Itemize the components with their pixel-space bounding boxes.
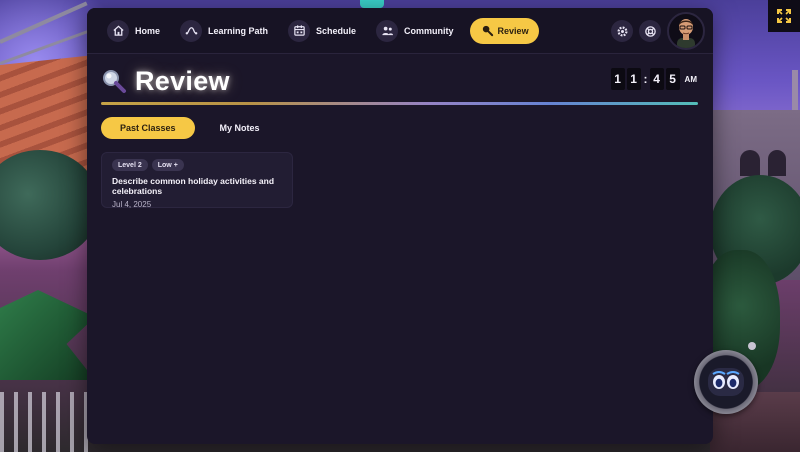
level-badge: Level 2 xyxy=(112,159,148,171)
clock-digit: 1 xyxy=(610,68,625,90)
settings-button[interactable] xyxy=(611,20,633,42)
clock-digit: 5 xyxy=(665,68,680,90)
magnifier-icon xyxy=(480,20,496,42)
nav-schedule[interactable]: Schedule xyxy=(284,18,366,44)
class-tags: Level 2 Low + xyxy=(112,159,282,171)
nav-learning-path[interactable]: Learning Path xyxy=(176,18,278,44)
clock-separator: : xyxy=(643,72,648,86)
class-date: Jul 4, 2025 xyxy=(112,200,152,209)
path-icon xyxy=(180,19,203,42)
scene-detail xyxy=(360,0,384,8)
magnifier-icon xyxy=(103,70,126,93)
nav-schedule-label: Schedule xyxy=(316,25,357,36)
clock-period: AM xyxy=(684,74,697,84)
clock-display: 1 1 : 4 5 AM xyxy=(610,68,697,90)
assistant-robot-button[interactable] xyxy=(694,350,758,414)
tower-window xyxy=(768,150,786,176)
help-button[interactable] xyxy=(639,20,661,42)
robot-face-icon xyxy=(708,368,744,396)
page-title: Review xyxy=(135,65,230,96)
gear-icon xyxy=(616,25,628,37)
user-avatar[interactable] xyxy=(667,12,705,50)
robot-antenna xyxy=(748,342,756,350)
top-navigation: Home Learning Path Schedule Community Re… xyxy=(87,8,713,54)
avatar-icon xyxy=(677,19,695,48)
expand-icon xyxy=(777,9,791,23)
review-tabs: Past Classes My Notes xyxy=(101,117,285,139)
calendar-icon xyxy=(288,19,311,42)
fullscreen-button[interactable] xyxy=(768,0,800,32)
nav-community-label: Community xyxy=(404,25,454,36)
clock-digit: 1 xyxy=(626,68,641,90)
nav-review-label: Review xyxy=(497,25,529,36)
nav-learning-path-label: Learning Path xyxy=(208,25,269,36)
lifebuoy-icon xyxy=(644,25,656,37)
home-icon xyxy=(107,19,129,42)
clock-digit: 4 xyxy=(649,68,664,90)
nav-community[interactable]: Community xyxy=(372,18,464,44)
difficulty-badge: Low + xyxy=(151,159,184,171)
header-divider xyxy=(101,102,698,105)
nav-home-label: Home xyxy=(135,25,161,36)
class-card[interactable]: Level 2 Low + Describe common holiday ac… xyxy=(101,152,293,209)
tower-window xyxy=(740,150,760,176)
people-icon xyxy=(376,19,399,42)
fence xyxy=(0,392,95,452)
tab-my-notes[interactable]: My Notes xyxy=(201,117,279,139)
plant xyxy=(0,290,95,380)
page-header: Review xyxy=(101,64,230,98)
navbar-actions xyxy=(611,12,705,50)
review-panel: Home Learning Path Schedule Community Re… xyxy=(87,8,713,444)
tab-past-classes[interactable]: Past Classes xyxy=(101,117,195,139)
nav-home[interactable]: Home xyxy=(103,18,170,44)
class-title: Describe common holiday activities and c… xyxy=(112,176,275,196)
nav-review[interactable]: Review xyxy=(469,17,539,44)
